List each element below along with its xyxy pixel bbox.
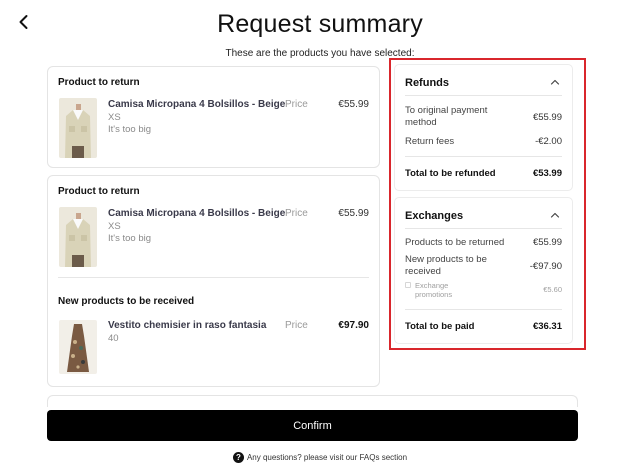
refund-row-value: -€2.00 [535, 136, 562, 147]
refund-total-label: Total to be refunded [405, 168, 496, 179]
return-reason: It's too big [108, 233, 152, 244]
exchange-total-value: €36.31 [532, 321, 562, 332]
product-thumbnail-shirt [59, 98, 97, 158]
section-divider [58, 277, 369, 278]
shirt-image-icon [59, 98, 97, 158]
exchange-row-value: €55.99 [532, 237, 562, 248]
price-label: Price [285, 208, 308, 219]
partial-card [47, 395, 578, 407]
exchange-row-label: Products to be returned [405, 237, 505, 248]
exchange-promotions-checkbox[interactable] [405, 282, 411, 288]
return-card-1: Product to return Camisa Micropana 4 Bol… [47, 66, 380, 168]
panel-divider [405, 228, 562, 229]
product-name: Camisa Micropana 4 Bolsillos - Beige [108, 99, 286, 110]
price-label: Price [285, 99, 308, 110]
new-product-name: Vestito chemisier in raso fantasia [108, 320, 267, 331]
refunds-panel: Refunds To original payment method €55.9… [394, 64, 573, 191]
faq-line: ? Any questions? please visit our FAQs se… [0, 452, 640, 463]
panel-divider [405, 309, 562, 310]
exchange-row-value: -€97.90 [529, 261, 562, 272]
refunds-title: Refunds [405, 77, 449, 89]
product-size: XS [108, 112, 121, 123]
product-price: €55.99 [338, 99, 369, 110]
faq-link[interactable]: Any questions? please visit our FAQs sec… [247, 453, 407, 462]
new-products-title: New products to be received [58, 296, 195, 307]
promo-label: Exchange promotions [415, 281, 453, 299]
panel-divider [405, 156, 562, 157]
chevron-up-icon[interactable] [550, 211, 560, 219]
refund-total-value: €53.99 [532, 168, 562, 179]
chevron-up-icon[interactable] [550, 78, 560, 86]
new-product-price: €97.90 [338, 320, 369, 331]
shirt-image-icon [59, 207, 97, 267]
panel-divider [405, 95, 562, 96]
return-reason: It's too big [108, 124, 152, 135]
section-title: Product to return [58, 186, 140, 197]
dress-image-icon [59, 320, 97, 374]
page-title: Request summary [217, 10, 423, 38]
refund-row-value: €55.99 [532, 112, 562, 123]
product-size: XS [108, 221, 121, 232]
product-name: Camisa Micropana 4 Bolsillos - Beige [108, 208, 286, 219]
promo-value: €5.60 [543, 285, 562, 294]
exchange-total-label: Total to be paid [405, 321, 475, 332]
exchange-row-label: New products to be received [405, 254, 487, 277]
product-thumbnail-dress [59, 320, 97, 374]
section-title: Product to return [58, 77, 140, 88]
return-card-2: Product to return Camisa Micropana 4 Bol… [47, 175, 380, 387]
product-thumbnail-shirt [59, 207, 97, 267]
question-circle-icon: ? [232, 452, 244, 463]
product-price: €55.99 [338, 208, 369, 219]
exchanges-panel: Exchanges Products to be returned €55.99… [394, 197, 573, 344]
exchanges-title: Exchanges [405, 210, 464, 222]
refund-row-label: Return fees [405, 136, 455, 147]
new-product-size: 40 [108, 333, 119, 344]
confirm-button[interactable]: Confirm [47, 410, 578, 441]
refund-row-label: To original payment method [405, 105, 488, 128]
price-label: Price [285, 320, 308, 331]
